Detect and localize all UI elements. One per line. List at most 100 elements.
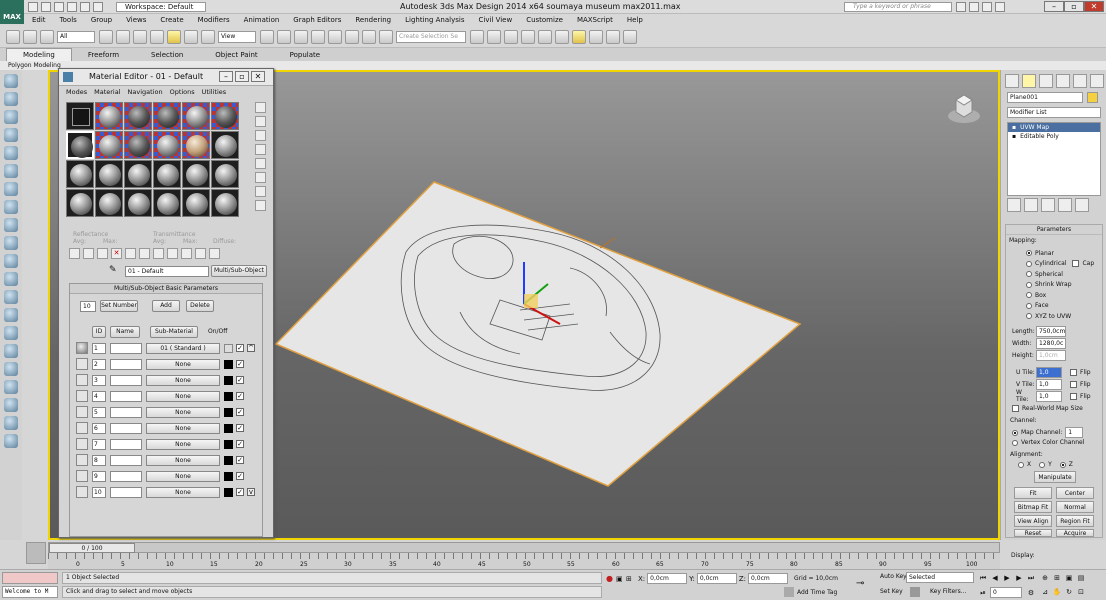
sub-material-toggle[interactable]: ✓ (236, 472, 244, 480)
search-input[interactable]: Type a keyword or phrase (844, 2, 952, 12)
radio-shrink-wrap[interactable] (1026, 281, 1032, 288)
sample-slot[interactable] (124, 131, 152, 159)
teapot-icon[interactable] (4, 74, 18, 88)
sample-slot-selected[interactable] (66, 131, 94, 159)
save-file-icon[interactable] (54, 2, 64, 12)
material-type-button[interactable]: Multi/Sub-Object (211, 265, 267, 277)
sub-material-id[interactable]: 5 (92, 406, 106, 418)
orbit-icon[interactable]: ↻ (1064, 587, 1074, 597)
utilities-tab-icon[interactable] (1090, 74, 1104, 88)
me-menu-utilities[interactable]: Utilities (202, 88, 226, 96)
sub-material-color[interactable] (224, 407, 233, 417)
sample-slot[interactable] (124, 102, 152, 130)
sub-material-swatch[interactable] (76, 470, 88, 482)
sub-material-color[interactable] (224, 455, 233, 465)
modify-tab-icon[interactable] (1022, 74, 1036, 88)
named-selection-dropdown[interactable]: Create Selection Se (396, 30, 466, 43)
chamfer-box-icon[interactable] (4, 398, 18, 412)
helper-icon[interactable] (4, 182, 18, 196)
sub-material-swatch[interactable] (76, 438, 88, 450)
layout-icon[interactable] (4, 128, 18, 142)
axis-x-radio[interactable] (1018, 461, 1024, 468)
viewcube-icon[interactable] (948, 92, 980, 124)
object-color-swatch[interactable] (1087, 92, 1098, 103)
sub-material-button[interactable]: None (146, 454, 220, 466)
sub-material-button[interactable]: None (146, 406, 220, 418)
make-unique-icon[interactable] (125, 248, 136, 259)
menu-edit[interactable]: Edit (32, 16, 46, 24)
zoom-extents-all-icon[interactable]: ▤ (1076, 573, 1086, 583)
time-tag-icon[interactable] (784, 587, 794, 597)
sub-material-swatch[interactable] (76, 486, 88, 498)
menu-create[interactable]: Create (160, 16, 183, 24)
region-fit-button[interactable]: Region Fit (1056, 515, 1094, 527)
radio-xyz-to-uvw[interactable] (1026, 313, 1032, 320)
sample-slot[interactable] (182, 102, 210, 130)
me-maximize-button[interactable]: ▫ (235, 71, 249, 82)
time-config-icon[interactable]: ⚙ (1026, 588, 1036, 598)
set-key-button[interactable]: Set Key (880, 588, 903, 595)
sub-material-swatch[interactable] (76, 342, 88, 354)
get-material-icon[interactable] (69, 248, 80, 259)
add-time-tag[interactable]: Add Time Tag (797, 589, 837, 596)
schematic-view-icon[interactable] (555, 29, 569, 44)
angle-snap-icon[interactable] (328, 29, 342, 44)
radio-cylindrical[interactable] (1026, 260, 1032, 267)
sub-material-color[interactable] (224, 471, 233, 481)
stack-item-editable-poly[interactable]: ▪ Editable Poly (1008, 132, 1100, 141)
keyboard-shortcut-icon[interactable] (294, 29, 308, 44)
maximize-viewport-icon[interactable]: ⊡ (1076, 587, 1086, 597)
tab-modeling[interactable]: Modeling (6, 48, 72, 61)
tab-object-paint[interactable]: Object Paint (199, 49, 273, 61)
backlight-icon[interactable] (255, 116, 266, 127)
menu-maxscript[interactable]: MAXScript (577, 16, 613, 24)
current-frame-field[interactable]: 0 (990, 587, 1022, 598)
remove-modifier-icon[interactable] (1058, 198, 1072, 212)
spinner-snap-icon[interactable] (362, 29, 376, 44)
graphite-ribbon-icon[interactable] (521, 29, 535, 44)
me-menu-modes[interactable]: Modes (66, 88, 87, 96)
sub-material-toggle[interactable]: ✓ (236, 376, 244, 384)
rectangular-selection-icon[interactable] (133, 29, 147, 44)
sample-slot[interactable] (95, 160, 123, 188)
maxscript-listener-pink[interactable] (2, 572, 58, 584)
gengon-icon[interactable] (4, 416, 18, 430)
system-icon[interactable] (4, 218, 18, 232)
box-icon[interactable] (4, 92, 18, 106)
pyramid-icon[interactable] (4, 362, 18, 376)
select-by-material-icon[interactable] (255, 200, 266, 211)
redo-icon[interactable] (80, 2, 90, 12)
sub-material-count-field[interactable]: 10 (80, 300, 96, 312)
snaps-toggle-icon[interactable] (311, 29, 325, 44)
sub-material-swatch[interactable] (76, 454, 88, 466)
help-question-icon[interactable] (995, 2, 1005, 12)
bitmap-fit-button[interactable]: Bitmap Fit (1014, 501, 1052, 513)
cylinder-icon[interactable] (4, 272, 18, 286)
menu-lighting-analysis[interactable]: Lighting Analysis (405, 16, 464, 24)
sub-material-button[interactable]: 01 ( Standard ) (146, 342, 220, 354)
show-in-viewport-icon[interactable] (167, 248, 178, 259)
menu-graph-editors[interactable]: Graph Editors (293, 16, 341, 24)
key-icon[interactable]: ⊸ (856, 578, 864, 589)
align-icon[interactable] (487, 29, 501, 44)
add-button[interactable]: Add (152, 300, 180, 312)
sub-material-button[interactable]: None (146, 438, 220, 450)
material-editor-icon[interactable] (572, 29, 586, 44)
radio-spherical[interactable] (1026, 271, 1032, 278)
sample-type-icon[interactable] (255, 102, 266, 113)
app-logo-icon[interactable]: MAX (0, 0, 24, 24)
sub-material-id[interactable]: 6 (92, 422, 106, 434)
previous-frame-icon[interactable]: ◀ (990, 573, 1000, 583)
sub-material-color[interactable] (224, 423, 233, 433)
cap-checkbox[interactable] (1072, 260, 1080, 268)
center-button[interactable]: Center (1056, 487, 1094, 499)
sort-by-id-button[interactable]: ID (92, 325, 106, 338)
u-tile-field[interactable]: 1,0 (1036, 366, 1062, 378)
sub-material-color[interactable] (224, 391, 233, 401)
zoom-icon[interactable]: ⊕ (1040, 573, 1050, 583)
x-coordinate-field[interactable]: 0,0cm (647, 573, 688, 584)
video-color-check-icon[interactable] (255, 158, 266, 169)
sub-material-color[interactable] (224, 375, 233, 385)
put-to-library-icon[interactable] (139, 248, 150, 259)
create-tab-icon[interactable] (1005, 74, 1019, 88)
